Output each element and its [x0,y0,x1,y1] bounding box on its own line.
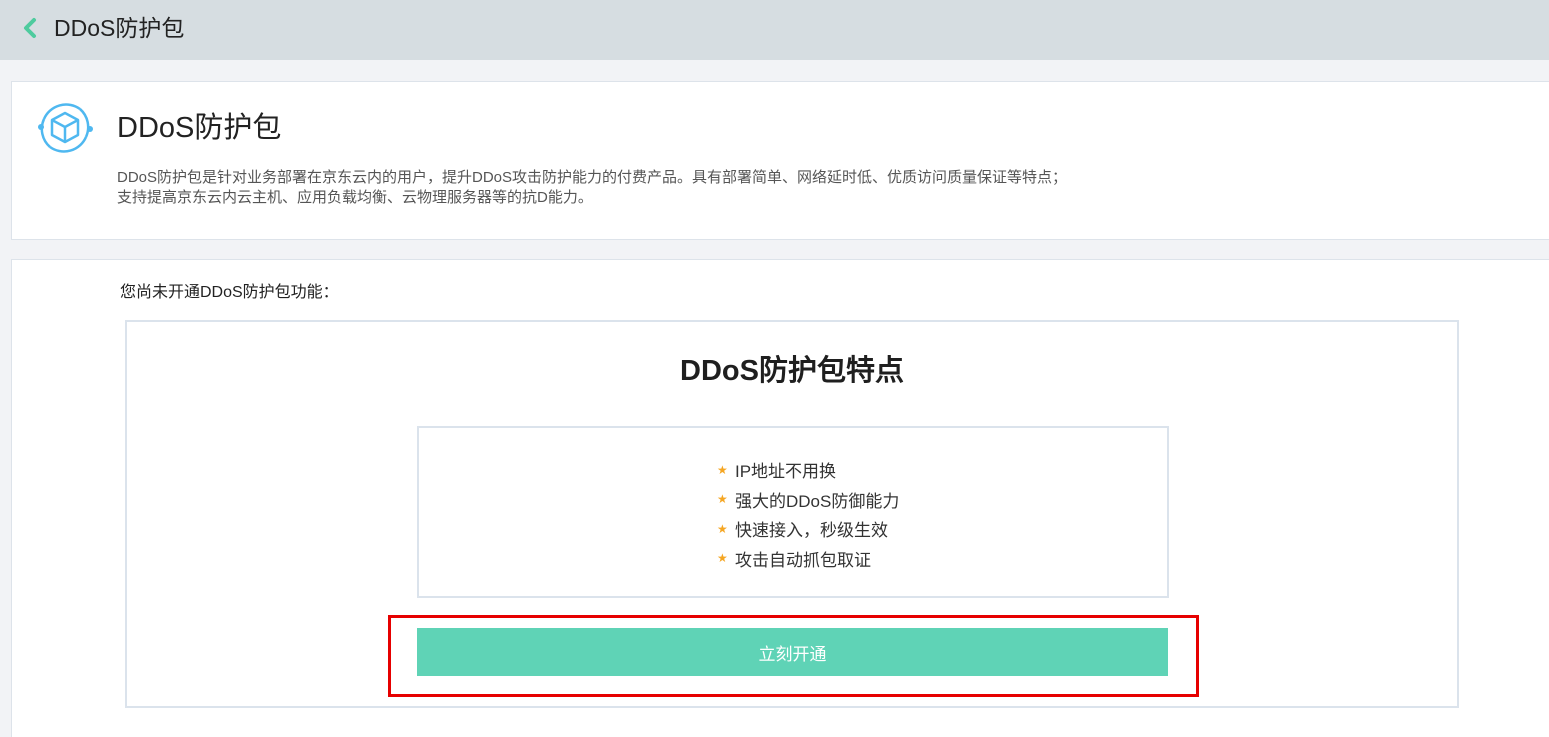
features-panel: DDoS防护包特点 ★ IP地址不用换 ★ 强大的DDoS防御能力 ★ 快速接入… [125,320,1459,708]
description-line: 支持提高京东云内云主机、应用负载均衡、云物理服务器等的抗D能力。 [117,189,593,206]
feature-label: 强大的DDoS防御能力 [735,491,900,511]
feature-label: IP地址不用换 [735,462,837,482]
activate-now-button[interactable]: 立刻开通 [417,628,1168,676]
features-box: ★ IP地址不用换 ★ 强大的DDoS防御能力 ★ 快速接入，秒级生效 ★ 攻击… [417,426,1169,598]
back-button[interactable] [18,15,42,41]
feature-item: ★ 快速接入，秒级生效 [717,514,899,544]
activation-card: 您尚未开通DDoS防护包功能： DDoS防护包特点 ★ IP地址不用换 ★ 强大… [11,259,1549,737]
feature-label: 攻击自动抓包取证 [735,550,871,570]
not-activated-notice: 您尚未开通DDoS防护包功能： [120,284,339,301]
cube-cycle-icon [38,103,93,153]
star-icon: ★ [717,492,728,507]
features-list: ★ IP地址不用换 ★ 强大的DDoS防御能力 ★ 快速接入，秒级生效 ★ 攻击… [717,455,899,573]
top-bar: DDoS防护包 [0,0,1549,60]
star-icon: ★ [717,521,728,536]
description-line: DDoS防护包是针对业务部署在京东云内的用户，提升DDoS攻击防护能力的付费产品… [117,169,1068,186]
feature-item: ★ 强大的DDoS防御能力 [717,485,899,515]
chevron-left-icon [24,18,36,38]
product-title: DDoS防护包 [117,112,282,144]
feature-item: ★ IP地址不用换 [717,455,899,485]
product-description: DDoS防护包是针对业务部署在京东云内的用户，提升DDoS攻击防护能力的付费产品… [117,168,1367,208]
features-title: DDoS防护包特点 [680,355,904,387]
feature-label: 快速接入，秒级生效 [735,521,888,541]
product-intro-card: DDoS防护包 DDoS防护包是针对业务部署在京东云内的用户，提升DDoS攻击防… [11,81,1549,240]
star-icon: ★ [717,462,728,477]
feature-item: ★ 攻击自动抓包取证 [717,544,899,574]
star-icon: ★ [717,551,728,566]
page-title: DDoS防护包 [54,15,185,41]
